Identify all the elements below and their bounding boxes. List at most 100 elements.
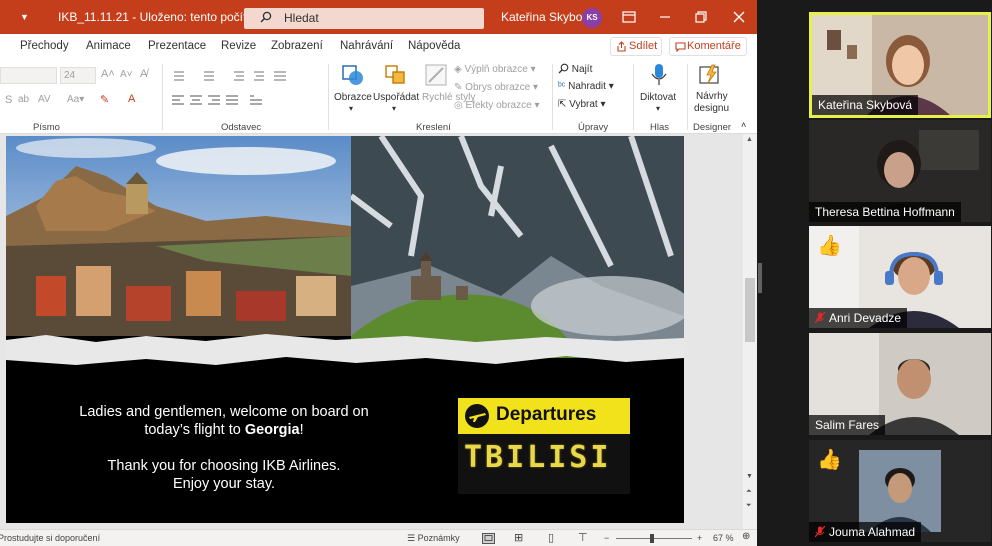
thumbs-up-reaction-icon: 👍 (817, 449, 842, 471)
tab-view[interactable]: Zobrazení (271, 40, 323, 52)
previous-slide-icon[interactable]: ⏶ (746, 488, 752, 496)
find-button[interactable]: Najít (558, 63, 592, 75)
normal-view-icon[interactable] (482, 533, 495, 544)
arrange-button[interactable]: Uspořádat ▾ (373, 62, 419, 118)
share-icon (617, 41, 626, 52)
slideshow-view-icon[interactable]: ⊤ (578, 531, 588, 544)
collapse-ribbon-icon[interactable]: ˄ (741, 120, 746, 130)
participant-name: Jouma Alahmad (809, 522, 922, 542)
designer-group-label: Designer (693, 122, 732, 133)
strikethrough-icon[interactable]: S (5, 94, 12, 106)
design-ideas-icon (699, 64, 719, 84)
next-slide-icon[interactable]: ⏷ (746, 502, 752, 510)
participant-tile[interactable]: Salim Fares (809, 333, 991, 435)
notes-icon: ☰ (407, 533, 418, 543)
gallery-resize-handle[interactable] (757, 263, 763, 293)
slide-sorter-icon[interactable]: ⊞ (514, 531, 523, 544)
editing-group-label: Úpravy (578, 122, 609, 133)
close-icon[interactable] (730, 8, 748, 26)
shape-effects-button[interactable]: ◎ Efekty obrazce ▾ (454, 100, 539, 111)
zoom-out-icon[interactable]: − (604, 533, 609, 543)
screen: ▼ IKB_11.11.21 - Uloženo: tento počítač … (0, 0, 992, 546)
zoom-slider[interactable] (616, 538, 692, 539)
design-ideas-label-1: Návrhy (696, 91, 728, 102)
superscript-icon[interactable]: AV (38, 94, 51, 105)
select-label: Vybrat (569, 99, 598, 110)
account-avatar[interactable]: KS (582, 8, 602, 28)
font-group-label: Písmo (33, 122, 60, 133)
change-case-icon[interactable]: Aa▾ (67, 94, 84, 105)
tab-review[interactable]: Revize (221, 40, 256, 52)
paint-bucket-icon: ◈ (454, 64, 465, 75)
participant-name: Kateřina Skybová (812, 95, 919, 115)
participant-tile[interactable]: Theresa Bettina Hoffmann (809, 120, 991, 222)
quick-styles-icon (425, 64, 447, 86)
reading-view-icon[interactable]: ▯ (548, 531, 554, 544)
zoom-level[interactable]: 67 % (713, 533, 734, 543)
list-buttons-icon[interactable] (170, 69, 320, 83)
shape-outline-button[interactable]: ✎ Obrys obrazce ▾ (454, 82, 538, 93)
slide-editor: Ladies and gentlemen, welcome on board o… (0, 134, 757, 529)
separator (552, 64, 553, 130)
alignment-buttons-icon[interactable] (170, 93, 320, 107)
ribbon: 24 A˄ A˅ A̸ S ab AV Aa▾ ✎ A Písmo Odstav… (0, 60, 757, 134)
shapes-button[interactable]: Obrazce ▾ (333, 62, 373, 118)
departures-title: Departures (496, 404, 597, 425)
dictate-button[interactable]: Diktovat ▾ (638, 62, 682, 120)
ribbon-display-options-icon[interactable] (620, 8, 638, 26)
quick-access-dropdown-icon[interactable]: ▼ (20, 12, 29, 22)
scroll-thumb[interactable] (745, 278, 755, 342)
slide[interactable]: Ladies and gentlemen, welcome on board o… (6, 136, 684, 523)
scroll-up-icon[interactable]: ▲ (746, 136, 753, 143)
search-input[interactable]: Hledat (244, 8, 484, 29)
tab-transitions[interactable]: Přechody (20, 40, 69, 52)
zoom-slider-thumb[interactable] (650, 534, 654, 543)
participant-tile[interactable]: Kateřina Skybová (809, 12, 991, 118)
account-name[interactable]: Kateřina Skybová (501, 10, 595, 24)
welcome-line-2-text: today’s flight to (144, 422, 245, 438)
document-title[interactable]: IKB_11.11.21 - Uloženo: tento počítač ▾ (58, 10, 268, 24)
welcome-line-2-end: ! (299, 422, 304, 438)
shape-fill-button[interactable]: ◈ Výplň obrazce ▾ (454, 64, 536, 75)
minimize-icon[interactable] (656, 8, 674, 26)
vertical-scrollbar[interactable]: ▲ ▼ ⏶ ⏷ (743, 134, 757, 529)
font-color-icon[interactable]: A (128, 93, 135, 105)
font-name-box[interactable] (0, 67, 57, 84)
grow-font-icon[interactable]: A˄ (101, 68, 115, 80)
notes-button[interactable]: ☰ Poznámky (407, 533, 460, 544)
scroll-down-icon[interactable]: ▼ (746, 473, 753, 480)
separator (687, 64, 688, 130)
shrink-font-icon[interactable]: A˅ (120, 69, 133, 80)
accessibility-status[interactable]: Prostudujte si doporučení (0, 533, 100, 543)
char-spacing-icon[interactable]: ab (18, 94, 29, 105)
thanks-line-2: Enjoy your stay. (172, 476, 276, 492)
chevron-down-icon: ▾ (349, 104, 354, 113)
comments-button[interactable]: Komentáře (669, 37, 747, 56)
tab-slideshow[interactable]: Prezentace (148, 40, 206, 52)
tbilisi-photo (6, 136, 351, 336)
participant-tile[interactable]: 👍 Anri Devadze (809, 226, 991, 328)
restore-icon[interactable] (692, 8, 710, 26)
welcome-destination: Georgia (244, 422, 300, 438)
tab-help[interactable]: Nápověda (408, 40, 460, 52)
zoom-in-icon[interactable]: + (697, 533, 702, 543)
share-button[interactable]: Sdílet (610, 37, 662, 56)
fit-to-window-icon[interactable]: ⊕ (742, 531, 750, 542)
quick-styles-button[interactable]: Rychlé styly (420, 62, 475, 120)
separator (328, 64, 329, 130)
welcome-line-1: Ladies and gentlemen, welcome on board o… (79, 404, 369, 420)
font-size-box[interactable]: 24 (60, 67, 96, 84)
participant-tile[interactable]: 👍 Jouma Alahmad (809, 440, 991, 542)
replace-button[interactable]: ᵇᶜ Nahradit ▾ (558, 81, 614, 92)
separator (633, 64, 634, 130)
select-button[interactable]: ⇱ Vybrat ▾ (558, 99, 606, 110)
design-ideas-button[interactable]: Návrhy designu (691, 62, 731, 120)
tab-recording[interactable]: Nahrávání (340, 40, 393, 52)
departures-header: Departures (458, 398, 630, 434)
tab-animations[interactable]: Animace (86, 40, 131, 52)
participant-name: Anri Devadze (809, 308, 908, 328)
departures-city: TBILISI (464, 440, 612, 475)
clear-formatting-icon[interactable]: A̸ (140, 68, 147, 80)
highlighter-icon[interactable]: ✎ (100, 93, 109, 106)
chevron-down-icon: ▾ (392, 104, 397, 113)
